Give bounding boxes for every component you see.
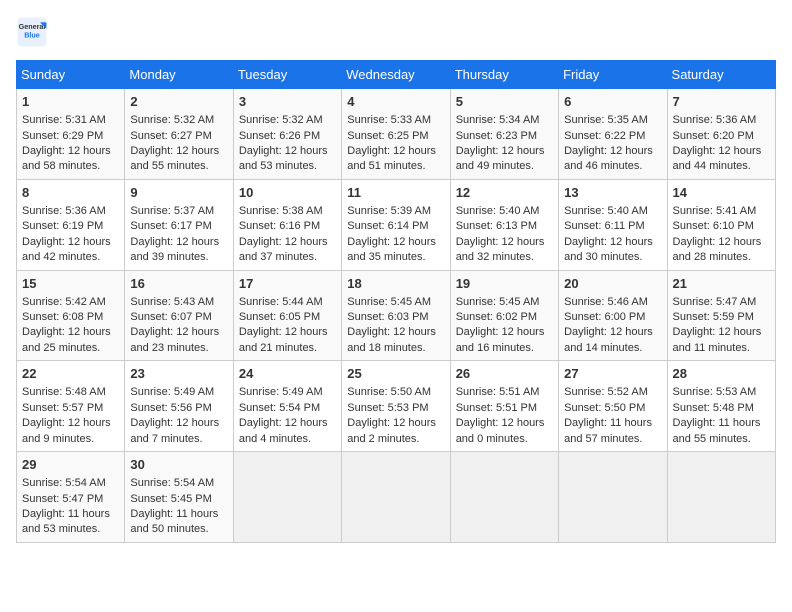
calendar-cell: 17Sunrise: 5:44 AMSunset: 6:05 PMDayligh… (233, 270, 341, 361)
weekday-header: Friday (559, 61, 667, 89)
calendar-cell: 24Sunrise: 5:49 AMSunset: 5:54 PMDayligh… (233, 361, 341, 452)
calendar-cell: 4Sunrise: 5:33 AMSunset: 6:25 PMDaylight… (342, 89, 450, 180)
calendar-cell: 22Sunrise: 5:48 AMSunset: 5:57 PMDayligh… (17, 361, 125, 452)
day-number: 24 (239, 365, 336, 383)
calendar-cell: 21Sunrise: 5:47 AMSunset: 5:59 PMDayligh… (667, 270, 775, 361)
day-number: 1 (22, 93, 119, 111)
header-row: SundayMondayTuesdayWednesdayThursdayFrid… (17, 61, 776, 89)
calendar-cell (667, 452, 775, 543)
calendar-cell: 16Sunrise: 5:43 AMSunset: 6:07 PMDayligh… (125, 270, 233, 361)
calendar-cell: 19Sunrise: 5:45 AMSunset: 6:02 PMDayligh… (450, 270, 558, 361)
calendar-cell: 13Sunrise: 5:40 AMSunset: 6:11 PMDayligh… (559, 179, 667, 270)
day-number: 8 (22, 184, 119, 202)
calendar-cell: 18Sunrise: 5:45 AMSunset: 6:03 PMDayligh… (342, 270, 450, 361)
weekday-header: Monday (125, 61, 233, 89)
calendar-cell: 10Sunrise: 5:38 AMSunset: 6:16 PMDayligh… (233, 179, 341, 270)
day-number: 12 (456, 184, 553, 202)
calendar-cell: 28Sunrise: 5:53 AMSunset: 5:48 PMDayligh… (667, 361, 775, 452)
day-number: 26 (456, 365, 553, 383)
day-number: 15 (22, 275, 119, 293)
calendar-cell (342, 452, 450, 543)
calendar-cell (233, 452, 341, 543)
calendar-cell: 20Sunrise: 5:46 AMSunset: 6:00 PMDayligh… (559, 270, 667, 361)
calendar-table: SundayMondayTuesdayWednesdayThursdayFrid… (16, 60, 776, 543)
logo: General Blue (16, 16, 48, 48)
day-number: 25 (347, 365, 444, 383)
weekday-header: Wednesday (342, 61, 450, 89)
calendar-row: 1Sunrise: 5:31 AMSunset: 6:29 PMDaylight… (17, 89, 776, 180)
day-number: 14 (673, 184, 770, 202)
day-number: 7 (673, 93, 770, 111)
calendar-cell (559, 452, 667, 543)
weekday-header: Tuesday (233, 61, 341, 89)
day-number: 9 (130, 184, 227, 202)
calendar-cell: 6Sunrise: 5:35 AMSunset: 6:22 PMDaylight… (559, 89, 667, 180)
calendar-row: 15Sunrise: 5:42 AMSunset: 6:08 PMDayligh… (17, 270, 776, 361)
day-number: 22 (22, 365, 119, 383)
calendar-cell: 23Sunrise: 5:49 AMSunset: 5:56 PMDayligh… (125, 361, 233, 452)
calendar-row: 8Sunrise: 5:36 AMSunset: 6:19 PMDaylight… (17, 179, 776, 270)
calendar-cell: 26Sunrise: 5:51 AMSunset: 5:51 PMDayligh… (450, 361, 558, 452)
calendar-cell: 27Sunrise: 5:52 AMSunset: 5:50 PMDayligh… (559, 361, 667, 452)
calendar-cell: 1Sunrise: 5:31 AMSunset: 6:29 PMDaylight… (17, 89, 125, 180)
day-number: 27 (564, 365, 661, 383)
calendar-cell: 2Sunrise: 5:32 AMSunset: 6:27 PMDaylight… (125, 89, 233, 180)
calendar-cell: 8Sunrise: 5:36 AMSunset: 6:19 PMDaylight… (17, 179, 125, 270)
day-number: 3 (239, 93, 336, 111)
day-number: 5 (456, 93, 553, 111)
calendar-row: 22Sunrise: 5:48 AMSunset: 5:57 PMDayligh… (17, 361, 776, 452)
calendar-row: 29Sunrise: 5:54 AMSunset: 5:47 PMDayligh… (17, 452, 776, 543)
calendar-cell: 29Sunrise: 5:54 AMSunset: 5:47 PMDayligh… (17, 452, 125, 543)
day-number: 6 (564, 93, 661, 111)
weekday-header: Saturday (667, 61, 775, 89)
page-header: General Blue (16, 16, 776, 48)
day-number: 17 (239, 275, 336, 293)
day-number: 28 (673, 365, 770, 383)
calendar-cell: 3Sunrise: 5:32 AMSunset: 6:26 PMDaylight… (233, 89, 341, 180)
day-number: 10 (239, 184, 336, 202)
calendar-cell: 5Sunrise: 5:34 AMSunset: 6:23 PMDaylight… (450, 89, 558, 180)
logo-icon: General Blue (16, 16, 48, 48)
day-number: 21 (673, 275, 770, 293)
calendar-cell: 7Sunrise: 5:36 AMSunset: 6:20 PMDaylight… (667, 89, 775, 180)
day-number: 23 (130, 365, 227, 383)
calendar-cell: 11Sunrise: 5:39 AMSunset: 6:14 PMDayligh… (342, 179, 450, 270)
day-number: 19 (456, 275, 553, 293)
weekday-header: Thursday (450, 61, 558, 89)
calendar-cell: 14Sunrise: 5:41 AMSunset: 6:10 PMDayligh… (667, 179, 775, 270)
day-number: 4 (347, 93, 444, 111)
calendar-cell (450, 452, 558, 543)
calendar-cell: 12Sunrise: 5:40 AMSunset: 6:13 PMDayligh… (450, 179, 558, 270)
day-number: 2 (130, 93, 227, 111)
day-number: 13 (564, 184, 661, 202)
svg-text:Blue: Blue (24, 31, 40, 40)
day-number: 29 (22, 456, 119, 474)
calendar-cell: 15Sunrise: 5:42 AMSunset: 6:08 PMDayligh… (17, 270, 125, 361)
day-number: 11 (347, 184, 444, 202)
calendar-cell: 30Sunrise: 5:54 AMSunset: 5:45 PMDayligh… (125, 452, 233, 543)
day-number: 16 (130, 275, 227, 293)
day-number: 20 (564, 275, 661, 293)
day-number: 30 (130, 456, 227, 474)
calendar-cell: 9Sunrise: 5:37 AMSunset: 6:17 PMDaylight… (125, 179, 233, 270)
day-number: 18 (347, 275, 444, 293)
calendar-cell: 25Sunrise: 5:50 AMSunset: 5:53 PMDayligh… (342, 361, 450, 452)
weekday-header: Sunday (17, 61, 125, 89)
